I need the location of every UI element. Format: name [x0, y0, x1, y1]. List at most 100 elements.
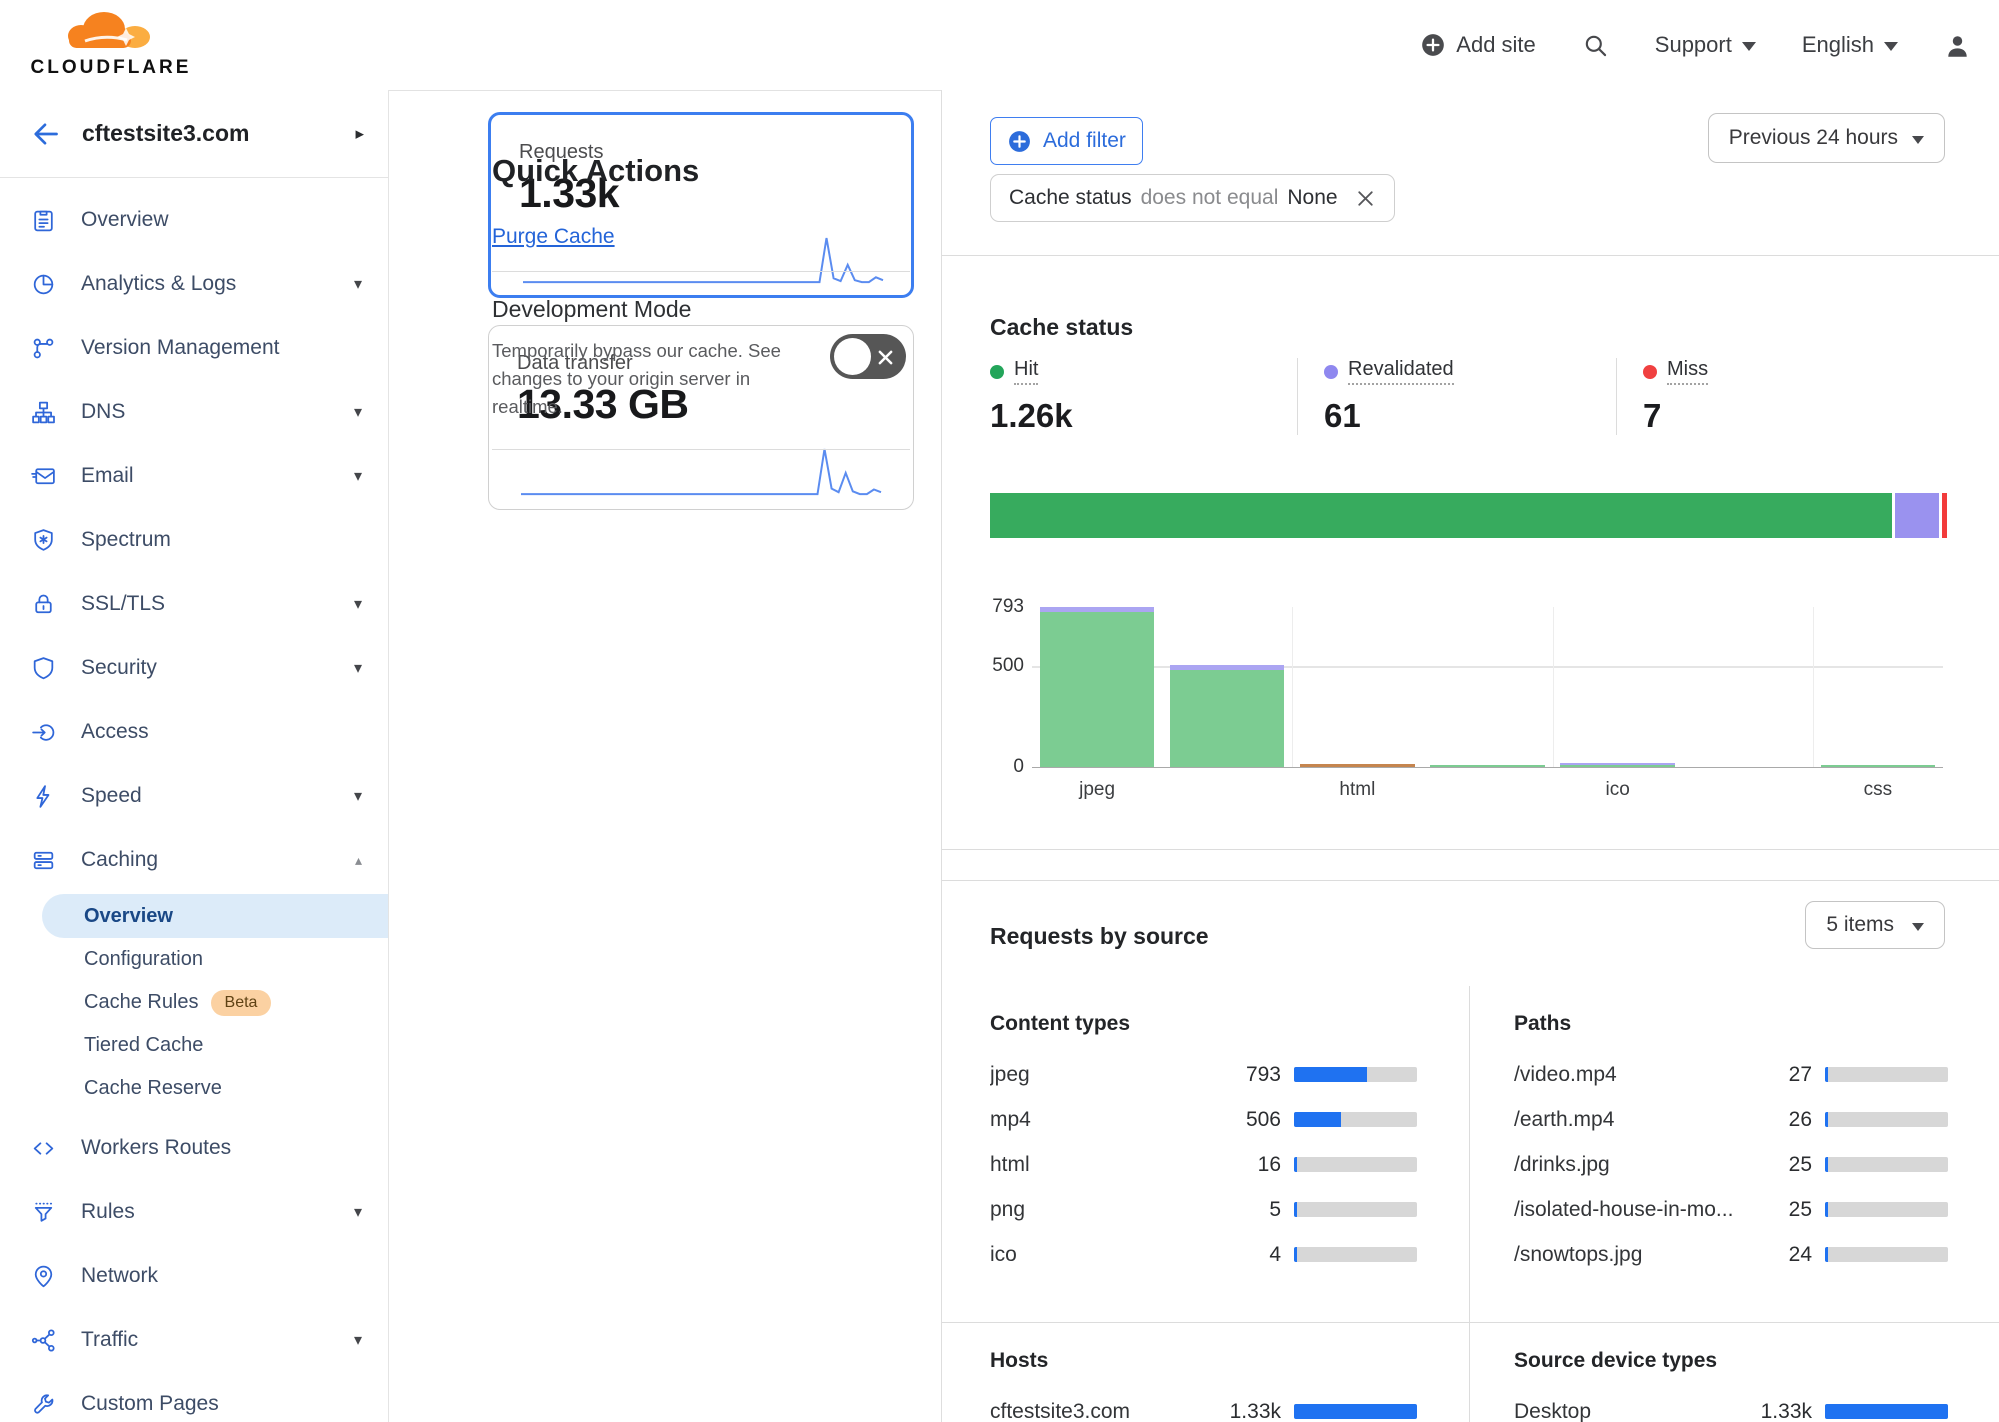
sidebar-subitem-cache-rules[interactable]: Cache RulesBeta [42, 981, 388, 1024]
toggle-knob [834, 338, 871, 375]
user-menu[interactable] [1944, 32, 1971, 59]
bar [1560, 763, 1675, 767]
sidebar-item-dns[interactable]: DNS▾ [0, 380, 388, 444]
bar [1300, 764, 1415, 767]
sidebar-item-email[interactable]: Email▾ [0, 444, 388, 508]
row-label: jpeg [990, 1063, 1207, 1087]
table-row: png5 [990, 1187, 1417, 1232]
sidebar-item-network[interactable]: Network [0, 1244, 388, 1308]
filter-operator: does not equal [1141, 186, 1279, 210]
bar-segment-hit [1170, 670, 1285, 767]
development-mode-section: Development Mode Temporarily bypass our … [492, 272, 910, 450]
time-range-dropdown[interactable]: Previous 24 hours [1708, 113, 1945, 163]
x-axis-tick: jpeg [1032, 779, 1162, 801]
sidebar-item-analytics-logs[interactable]: Analytics & Logs▾ [0, 252, 388, 316]
sidebar-item-version-management[interactable]: Version Management [0, 316, 388, 380]
chevron-down-icon [1912, 136, 1924, 144]
sidebar-item-label: Custom Pages [81, 1392, 362, 1416]
add-site-button[interactable]: Add site [1420, 32, 1536, 58]
add-filter-button[interactable]: Add filter [990, 117, 1143, 165]
back-icon[interactable] [30, 119, 60, 149]
chevron-down-icon: ▾ [354, 594, 362, 614]
hit-dot-icon [990, 365, 1004, 379]
stat-value: 1.26k [990, 397, 1297, 435]
cache-status-card: Cache status Hit1.26kRevalidated61Miss7 … [942, 255, 1999, 850]
rules-icon [30, 1199, 57, 1226]
y-axis-tick: 0 [990, 756, 1024, 778]
row-label: html [990, 1153, 1207, 1177]
sidebar: cftestsite3.com ▸ Overview Analytics & Lo… [0, 90, 389, 1422]
source-tables-row-2: Hosts cftestsite3.com1.33k Source device… [942, 1322, 1999, 1422]
row-label: /drinks.jpg [1514, 1153, 1738, 1177]
stat-label[interactable]: Hit [1014, 358, 1038, 385]
row-bar-track [1294, 1404, 1417, 1419]
sidebar-subitem-cache-reserve[interactable]: Cache Reserve [42, 1067, 388, 1110]
table-row: /earth.mp426 [1514, 1097, 1948, 1142]
site-name[interactable]: cftestsite3.com [82, 120, 333, 147]
table-row: /drinks.jpg25 [1514, 1142, 1948, 1187]
sidebar-item-spectrum[interactable]: Spectrum [0, 508, 388, 572]
content-types-title: Content types [990, 1012, 1417, 1036]
paths-title: Paths [1514, 1012, 1948, 1036]
chart-column-col-5 [1683, 607, 1813, 767]
development-mode-toggle[interactable] [830, 334, 906, 379]
sidebar-item-label: Overview [81, 208, 362, 232]
sidebar-item-rules[interactable]: Rules▾ [0, 1180, 388, 1244]
sidebar-item-ssl-tls[interactable]: SSL/TLS▾ [0, 572, 388, 636]
table-row: html16 [990, 1142, 1417, 1187]
cache-status-stacked-bar [990, 493, 1947, 538]
sidebar-item-label: Email [81, 464, 330, 488]
sidebar-subitem-configuration[interactable]: Configuration [42, 938, 388, 981]
hosts-table: cftestsite3.com1.33k [990, 1389, 1417, 1422]
chevron-down-icon [1742, 42, 1756, 51]
sidebar-subitem-overview[interactable]: Overview [42, 894, 388, 938]
bar-segment-other [1300, 764, 1415, 767]
brand-wordmark: CLOUDFLARE [26, 57, 196, 79]
search-button[interactable] [1582, 32, 1609, 59]
search-icon [1582, 32, 1609, 59]
development-mode-description: Temporarily bypass our cache. See change… [492, 337, 792, 421]
sidebar-item-workers-routes[interactable]: Workers Routes [0, 1116, 388, 1180]
cache-status-bar-chart: 0500793jpeghtmlicocss [990, 601, 1943, 816]
stat-label[interactable]: Miss [1667, 358, 1708, 385]
sidebar-item-security[interactable]: Security▾ [0, 636, 388, 700]
support-label: Support [1655, 32, 1732, 58]
row-bar-track [1294, 1067, 1417, 1082]
sidebar-item-custom-pages[interactable]: Custom Pages [0, 1372, 388, 1422]
row-bar-fill [1294, 1247, 1297, 1262]
ssl-tls-icon [30, 591, 57, 618]
sidebar-subitem-label: Tiered Cache [84, 1034, 203, 1057]
miss-dot-icon [1643, 365, 1657, 379]
add-site-label: Add site [1456, 32, 1536, 58]
remove-filter-icon[interactable] [1353, 186, 1378, 211]
row-label: /isolated-house-in-mo... [1514, 1198, 1738, 1222]
items-count-dropdown[interactable]: 5 items [1805, 901, 1945, 949]
row-bar-track [1825, 1202, 1948, 1217]
metrics-column: Requests 1.33k Data transfer 13.33 GB Qu… [388, 90, 941, 1422]
toggle-off-x-icon [878, 350, 893, 365]
sidebar-item-access[interactable]: Access [0, 700, 388, 764]
table-row: ico4 [990, 1232, 1417, 1277]
sidebar-subitem-tiered-cache[interactable]: Tiered Cache [42, 1024, 388, 1067]
bar-segment-hit [1430, 765, 1545, 767]
purge-cache-link[interactable]: Purge Cache [492, 225, 615, 249]
row-value: 5 [1207, 1198, 1281, 1222]
x-axis-tick: ico [1553, 779, 1683, 801]
header-menu: Add site Support English [1420, 0, 1971, 90]
sidebar-item-overview[interactable]: Overview [0, 188, 388, 252]
row-bar-track [1825, 1404, 1948, 1419]
filter-chip[interactable]: Cache status does not equal None [990, 174, 1395, 222]
cache-status-stat-revalidated: Revalidated61 [1297, 358, 1616, 435]
cloudflare-logo[interactable]: CLOUDFLARE [26, 4, 196, 79]
sidebar-item-traffic[interactable]: Traffic▾ [0, 1308, 388, 1372]
chevron-down-icon: ▾ [354, 1202, 362, 1222]
stat-label[interactable]: Revalidated [1348, 358, 1454, 385]
sidebar-item-caching[interactable]: Caching▴ [0, 828, 388, 892]
x-axis-labels: jpeghtmlicocss [1032, 779, 1943, 801]
support-menu[interactable]: Support [1655, 32, 1756, 58]
sidebar-item-speed[interactable]: Speed▾ [0, 764, 388, 828]
cloudflare-dashboard: CLOUDFLARE Add site Support English [0, 0, 1999, 1422]
devices-title: Source device types [1514, 1349, 1948, 1373]
language-menu[interactable]: English [1802, 32, 1898, 58]
site-expand-icon[interactable]: ▸ [355, 124, 364, 144]
